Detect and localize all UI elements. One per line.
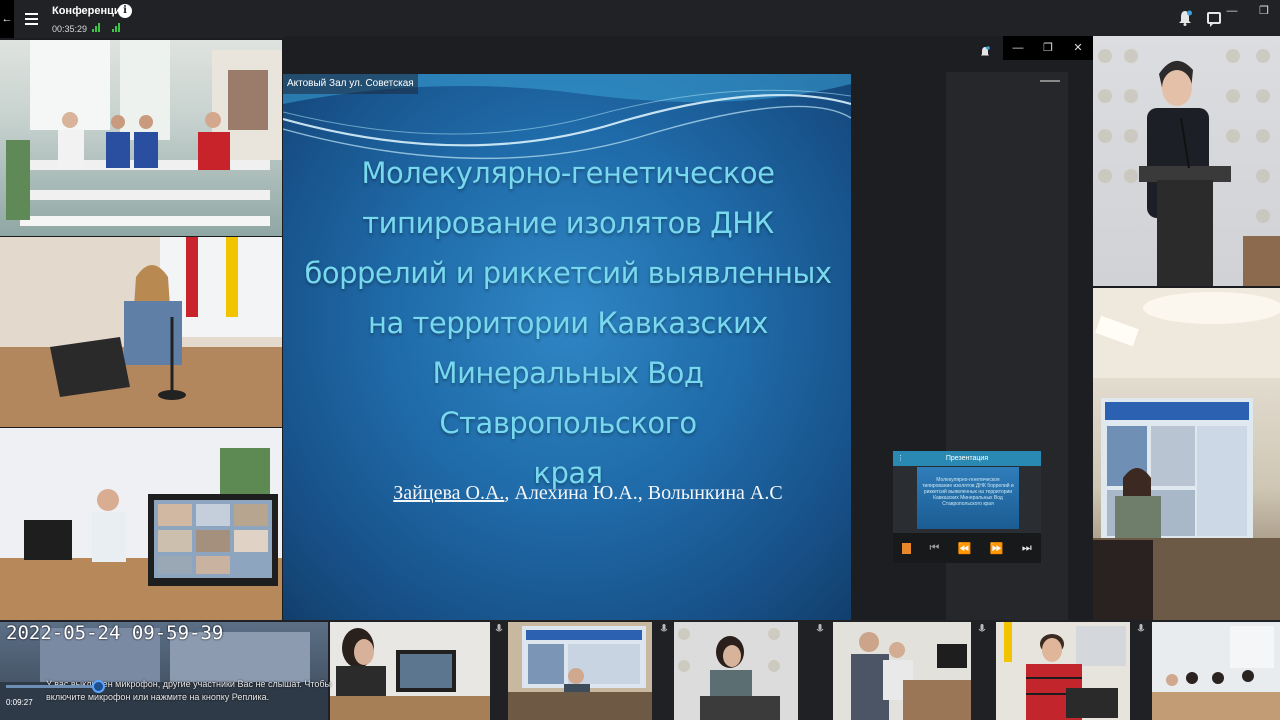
restore-button[interactable]: ❐ bbox=[1033, 36, 1063, 60]
conference-app: ← Конференция i 00:35:29 — ❐ — ❐ ✕ Актов… bbox=[0, 0, 1280, 720]
slide-title-line: Молекулярно-генетическое bbox=[361, 156, 775, 190]
slide-title-line: на территории Кавказских bbox=[368, 306, 768, 340]
mini-player-header[interactable]: ⋮ Презентация bbox=[893, 451, 1041, 466]
mic-icon bbox=[1137, 624, 1145, 632]
close-button[interactable]: ✕ bbox=[1063, 36, 1093, 60]
minimize-button[interactable]: — bbox=[1216, 0, 1248, 22]
signal-icon bbox=[112, 22, 122, 32]
stop-icon[interactable] bbox=[902, 542, 912, 554]
slide-title-line: типирование изолятов ДНК bbox=[362, 206, 774, 240]
mic-icon bbox=[660, 624, 668, 632]
video-tile-bottom-4[interactable] bbox=[674, 622, 798, 720]
playback-progress-bar[interactable] bbox=[6, 685, 100, 688]
top-bar: ← Конференция i 00:35:29 — ❐ bbox=[0, 0, 1280, 38]
hamburger-icon[interactable] bbox=[22, 10, 42, 28]
last-slide-button[interactable]: ⏭ bbox=[1022, 542, 1032, 555]
mic-icon bbox=[816, 624, 824, 632]
slide-author-rest: , Алехина Ю.А., Волынкина А.С bbox=[504, 482, 783, 504]
mini-player-title: Презентация bbox=[945, 455, 989, 462]
playback-progress-handle[interactable] bbox=[92, 680, 105, 693]
minimize-button[interactable]: — bbox=[1003, 36, 1033, 60]
mini-menu-icon[interactable]: ⋮ bbox=[897, 451, 904, 466]
info-icon[interactable]: i bbox=[118, 4, 132, 18]
mini-slide-thumbnail: Молекулярно-генетическое типирование изо… bbox=[917, 467, 1019, 529]
presentation-window-controls: — ❐ ✕ bbox=[1003, 36, 1093, 60]
bell-icon[interactable] bbox=[980, 46, 990, 58]
presentation-window-bar: — ❐ ✕ bbox=[283, 36, 1093, 62]
presentation-mini-player[interactable]: ⋮ Презентация Молекулярно-генетическое т… bbox=[893, 451, 1041, 563]
back-arrow-icon[interactable]: ← bbox=[0, 0, 14, 38]
video-tile-doctor-monitor[interactable] bbox=[0, 428, 282, 620]
slide-authors: Зайцева О.А., Алехина Ю.А., Волынкина А.… bbox=[303, 482, 833, 505]
panel-handle[interactable] bbox=[1040, 80, 1060, 82]
first-slide-button[interactable]: ⏮ bbox=[930, 542, 940, 555]
window-controls: — ❐ bbox=[1216, 0, 1280, 22]
conference-title: Конференция bbox=[52, 5, 128, 17]
video-tile-room-chairs[interactable] bbox=[0, 40, 282, 236]
playback-elapsed: 0:09:27 bbox=[6, 698, 33, 707]
slide-title-line: боррелий и риккетсий выявленных bbox=[304, 256, 832, 290]
presentation-slide: Актовый Зал ул. Советская Молекулярно-ге… bbox=[283, 74, 851, 620]
conference-timer: 00:35:29 bbox=[52, 24, 88, 34]
mic-icon bbox=[495, 624, 503, 632]
video-tile-bottom-7[interactable] bbox=[1152, 622, 1280, 720]
previous-slide-button[interactable]: ⏪ bbox=[958, 542, 972, 555]
video-tile-bottom-3[interactable] bbox=[508, 622, 652, 720]
video-tile-bottom-2[interactable] bbox=[330, 622, 490, 720]
video-tile-speaker[interactable] bbox=[1093, 36, 1280, 286]
mini-slide-text: Молекулярно-генетическое типирование изо… bbox=[922, 477, 1014, 507]
bell-icon[interactable] bbox=[1178, 10, 1192, 26]
video-tile-woman-laptop[interactable] bbox=[0, 237, 282, 427]
video-tile-bottom-5[interactable] bbox=[833, 622, 971, 720]
signal-icon bbox=[92, 22, 102, 32]
room-label: Актовый Зал ул. Советская bbox=[283, 74, 418, 94]
video-tile-poster-room[interactable] bbox=[1093, 288, 1280, 620]
slide-title: Молекулярно-генетическое типирование изо… bbox=[303, 148, 833, 498]
restore-button[interactable]: ❐ bbox=[1248, 0, 1280, 22]
slide-title-line: Минеральных Вод Ставропольского bbox=[432, 356, 704, 440]
mic-icon bbox=[978, 624, 986, 632]
slide-author-main: Зайцева О.А. bbox=[393, 482, 505, 504]
mini-player-controls: ⏮ ⏪ ⏩ ⏭ bbox=[893, 533, 1041, 563]
next-slide-button[interactable]: ⏩ bbox=[990, 542, 1004, 555]
recording-timestamp: 2022-05-24 09-59-39 bbox=[6, 622, 224, 644]
mic-off-notice: У вас выключен микрофон, другие участник… bbox=[46, 679, 331, 702]
video-tile-bottom-6[interactable] bbox=[996, 622, 1130, 720]
